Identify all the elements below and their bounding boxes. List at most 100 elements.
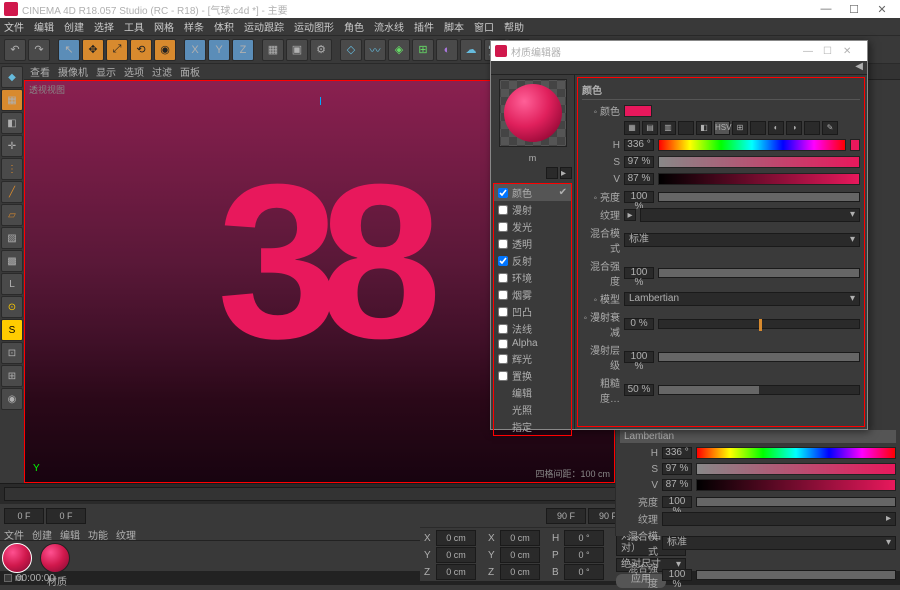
preview-lock-icon[interactable]: [546, 167, 558, 179]
prim-nurbs-button[interactable]: ◈: [388, 39, 410, 61]
attr-texture-dropdown[interactable]: ▸: [662, 512, 896, 526]
dialog-close-button[interactable]: ✕: [843, 46, 863, 57]
rotate-tool[interactable]: ⟲: [130, 39, 152, 61]
menu-mesh[interactable]: 网格: [154, 19, 174, 34]
colormode-7-icon[interactable]: ◐: [768, 121, 784, 135]
channel-normal[interactable]: 法线: [494, 320, 571, 337]
falloff-field[interactable]: 0 %: [624, 318, 654, 330]
sat-field[interactable]: 97 %: [624, 156, 654, 168]
colormode-3-icon[interactable]: ▥: [660, 121, 676, 135]
dialog-nav-icon[interactable]: ◀: [855, 61, 863, 74]
dialog-maximize-button[interactable]: ☐: [823, 46, 843, 57]
roughness-field[interactable]: 50 %: [624, 384, 654, 396]
rot-p-field[interactable]: 0 °: [564, 547, 604, 563]
pos-z-field[interactable]: 0 cm: [436, 564, 476, 580]
colormode-8-icon[interactable]: ◑: [786, 121, 802, 135]
menu-window[interactable]: 窗口: [474, 19, 494, 34]
mat-menu-func[interactable]: 功能: [88, 527, 108, 540]
model-dropdown[interactable]: Lambertian▾: [624, 292, 860, 306]
channel-color-checkbox[interactable]: [498, 188, 508, 198]
scale-tool[interactable]: ⤢: [106, 39, 128, 61]
vp-menu-camera[interactable]: 摄像机: [58, 64, 88, 79]
menu-spline[interactable]: 样条: [184, 19, 204, 34]
attr-v-field[interactable]: 87 %: [662, 479, 692, 491]
channel-luminance[interactable]: 发光: [494, 218, 571, 235]
select-tool[interactable]: ↖: [58, 39, 80, 61]
menu-help[interactable]: 帮助: [504, 19, 524, 34]
channel-bump-checkbox[interactable]: [498, 307, 508, 317]
attr-sat-slider[interactable]: [696, 463, 896, 475]
blendmode-dropdown[interactable]: 标准▾: [624, 233, 860, 247]
difflevel-field[interactable]: 100 %: [624, 351, 654, 363]
render-region-button[interactable]: ▣: [286, 39, 308, 61]
brightness-field[interactable]: 100 %: [624, 191, 654, 203]
dialog-minimize-button[interactable]: —: [803, 46, 823, 57]
lasttool[interactable]: ◉: [154, 39, 176, 61]
size-y-field[interactable]: 0 cm: [500, 547, 540, 563]
channel-glow-checkbox[interactable]: [498, 354, 508, 364]
color-swatch[interactable]: [624, 105, 652, 117]
channel-glow[interactable]: 辉光: [494, 350, 571, 367]
menu-script[interactable]: 脚本: [444, 19, 464, 34]
attr-blendmode-dropdown[interactable]: 标准▾: [662, 536, 896, 550]
brightness-slider[interactable]: [658, 192, 860, 202]
channel-luminance-checkbox[interactable]: [498, 222, 508, 232]
menu-volume[interactable]: 体积: [214, 19, 234, 34]
menu-edit[interactable]: 编辑: [34, 19, 54, 34]
menu-character[interactable]: 角色: [344, 19, 364, 34]
attr-blendstr-field[interactable]: 100 %: [662, 569, 692, 581]
attr-bright-field[interactable]: 100 %: [662, 496, 692, 508]
snap-toggle[interactable]: ⊙: [1, 296, 23, 318]
edge-mode[interactable]: ╱: [1, 181, 23, 203]
texture-arrow-icon[interactable]: ▸: [624, 209, 636, 221]
size-x-field[interactable]: 0 cm: [500, 530, 540, 546]
point-mode[interactable]: ⋮: [1, 158, 23, 180]
colormode-6-icon[interactable]: ⊞: [732, 121, 748, 135]
close-button[interactable]: ✕: [868, 3, 896, 16]
channel-editor[interactable]: 编辑: [494, 384, 571, 401]
mat-menu-create[interactable]: 创建: [32, 527, 52, 540]
rot-b-field[interactable]: 0 °: [564, 564, 604, 580]
vp-menu-display[interactable]: 显示: [96, 64, 116, 79]
sat-slider[interactable]: [658, 156, 860, 168]
frame-end-field[interactable]: 90 F: [546, 508, 586, 524]
prim-deformer-button[interactable]: ◐: [436, 39, 458, 61]
prim-cube-button[interactable]: ◇: [340, 39, 362, 61]
channel-reflectance[interactable]: 反射: [494, 252, 571, 269]
undo-button[interactable]: ↶: [4, 39, 26, 61]
menu-create[interactable]: 创建: [64, 19, 84, 34]
roughness-slider[interactable]: [658, 385, 860, 395]
object-mode[interactable]: ◧: [1, 112, 23, 134]
colormode-4-icon[interactable]: ◧: [696, 121, 712, 135]
channel-assignment[interactable]: 指定: [494, 418, 571, 435]
eyedropper-icon[interactable]: ✎: [822, 121, 838, 135]
menu-plugins[interactable]: 插件: [414, 19, 434, 34]
channel-alpha-checkbox[interactable]: [498, 339, 508, 349]
attr-val-slider[interactable]: [696, 479, 896, 491]
menu-select[interactable]: 选择: [94, 19, 114, 34]
val-slider[interactable]: [658, 173, 860, 185]
frame-start-field[interactable]: 0 F: [4, 508, 44, 524]
prim-spline-button[interactable]: 〰: [364, 39, 386, 61]
menu-file[interactable]: 文件: [4, 19, 24, 34]
falloff-slider[interactable]: [658, 319, 860, 329]
vp-menu-view[interactable]: 查看: [30, 64, 50, 79]
attr-hue-slider[interactable]: [696, 447, 896, 459]
channel-color[interactable]: 颜色✔: [494, 184, 571, 201]
mat-menu-tex[interactable]: 纹理: [116, 527, 136, 540]
prim-array-button[interactable]: ⊞: [412, 39, 434, 61]
axis-x-toggle[interactable]: X: [184, 39, 206, 61]
vp-menu-options[interactable]: 选项: [124, 64, 144, 79]
channel-environment-checkbox[interactable]: [498, 273, 508, 283]
val-field[interactable]: 87 %: [624, 173, 654, 185]
vp-menu-panel[interactable]: 面板: [180, 64, 200, 79]
poly-mode[interactable]: ▱: [1, 204, 23, 226]
move-tool[interactable]: ✥: [82, 39, 104, 61]
difflevel-slider[interactable]: [658, 352, 860, 362]
channel-diffuse[interactable]: 漫射: [494, 201, 571, 218]
mat-menu-edit[interactable]: 编辑: [60, 527, 80, 540]
vp-menu-filter[interactable]: 过滤: [152, 64, 172, 79]
channel-diffuse-checkbox[interactable]: [498, 205, 508, 215]
prim-env-button[interactable]: ☁: [460, 39, 482, 61]
channel-fog-checkbox[interactable]: [498, 290, 508, 300]
